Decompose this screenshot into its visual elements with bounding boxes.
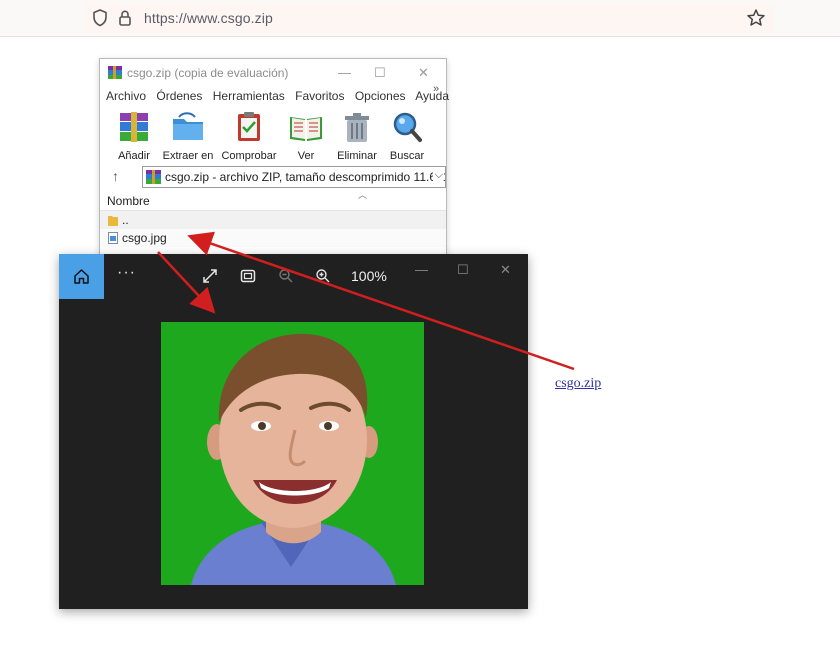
delete-label: Eliminar <box>337 150 377 162</box>
file-name: csgo.jpg <box>122 231 167 245</box>
menu-herramientas[interactable]: Herramientas <box>213 89 285 103</box>
list-item[interactable]: .. <box>100 211 446 229</box>
column-name[interactable]: Nombre <box>107 194 150 208</box>
path-dropdown[interactable]: csgo.zip - archivo ZIP, tamaño descompri… <box>142 166 446 188</box>
file-name: .. <box>122 213 129 227</box>
add-button[interactable]: Añadir <box>112 111 156 162</box>
winrar-window: csgo.zip (copia de evaluación) — ☐ ✕ Arc… <box>99 58 449 258</box>
trash-icon <box>345 113 369 142</box>
expand-icon[interactable] <box>202 268 218 284</box>
menu-archivo[interactable]: Archivo <box>106 89 146 103</box>
winrar-app-icon <box>108 66 122 79</box>
viewer-minimize-button[interactable]: — <box>415 262 428 277</box>
test-label: Comprobar <box>221 150 277 162</box>
view-label: Ver <box>297 150 315 162</box>
close-button[interactable]: ✕ <box>418 65 429 81</box>
maximize-button[interactable]: ☐ <box>374 65 386 81</box>
extract-button[interactable]: Extraer en <box>162 111 214 162</box>
test-button[interactable]: Comprobar <box>220 111 278 162</box>
chevron-down-icon[interactable]: ⌵ <box>432 169 443 182</box>
list-item[interactable]: csgo.jpg <box>100 229 446 247</box>
toolbar: Añadir Extraer en Comprobar Ver Eliminar… <box>100 107 446 163</box>
menu-bar: Archivo Órdenes Herramientas Favoritos O… <box>106 83 456 103</box>
extract-label: Extraer en <box>162 150 214 162</box>
more-options-button[interactable]: ··· <box>117 264 136 282</box>
path-text: csgo.zip - archivo ZIP, tamaño descompri… <box>165 170 446 184</box>
folder-icon <box>108 216 118 226</box>
url-text[interactable]: https://www.csgo.zip <box>144 10 273 26</box>
add-label: Añadir <box>118 150 150 162</box>
fit-screen-icon[interactable] <box>240 268 256 284</box>
up-arrow-icon[interactable]: ↑ <box>112 168 119 184</box>
toolbar-overflow-button[interactable]: » <box>433 83 439 95</box>
portrait-image <box>161 322 424 585</box>
page: https://www.csgo.zip csgo.zip (copia de … <box>0 0 840 656</box>
delete-button[interactable]: Eliminar <box>334 111 380 162</box>
winrar-title: csgo.zip (copia de evaluación) <box>127 66 289 80</box>
viewer-maximize-button[interactable]: ☐ <box>457 262 469 278</box>
magnifier-icon <box>393 112 422 142</box>
browser-toolbar: https://www.csgo.zip <box>0 0 840 37</box>
add-archive-icon <box>120 112 148 142</box>
shield-icon[interactable] <box>92 9 108 27</box>
column-header[interactable]: Nombre ︿ <box>100 190 446 211</box>
minimize-button[interactable]: — <box>338 65 351 80</box>
home-button[interactable] <box>59 254 104 299</box>
sort-caret-icon: ︿ <box>358 190 368 200</box>
zoom-level[interactable]: 100% <box>351 268 387 284</box>
csgo-zip-link[interactable]: csgo.zip <box>555 376 601 392</box>
lock-icon[interactable] <box>118 9 132 27</box>
path-row: ↑ csgo.zip - archivo ZIP, tamaño descomp… <box>100 165 446 189</box>
image-file-icon <box>108 232 118 244</box>
home-icon <box>74 269 89 284</box>
menu-ordenes[interactable]: Órdenes <box>156 89 202 103</box>
menu-opciones[interactable]: Opciones <box>355 89 406 103</box>
search-label: Buscar <box>389 150 425 162</box>
viewer-close-button[interactable]: ✕ <box>500 262 511 278</box>
view-button[interactable]: Ver <box>286 111 326 162</box>
photo-viewer-window: ··· 100% — ☐ ✕ <box>59 254 528 609</box>
star-icon[interactable] <box>746 8 766 28</box>
zoom-out-icon[interactable] <box>278 268 294 284</box>
displayed-photo <box>161 322 424 585</box>
archive-icon <box>146 170 161 184</box>
search-button[interactable]: Buscar <box>387 111 427 162</box>
menu-favoritos[interactable]: Favoritos <box>295 89 344 103</box>
view-book-icon <box>290 117 322 141</box>
winrar-titlebar[interactable]: csgo.zip (copia de evaluación) — ☐ ✕ <box>100 59 446 87</box>
zoom-in-icon[interactable] <box>315 268 331 284</box>
test-clipboard-icon <box>238 112 260 141</box>
extract-folder-icon <box>173 112 203 140</box>
